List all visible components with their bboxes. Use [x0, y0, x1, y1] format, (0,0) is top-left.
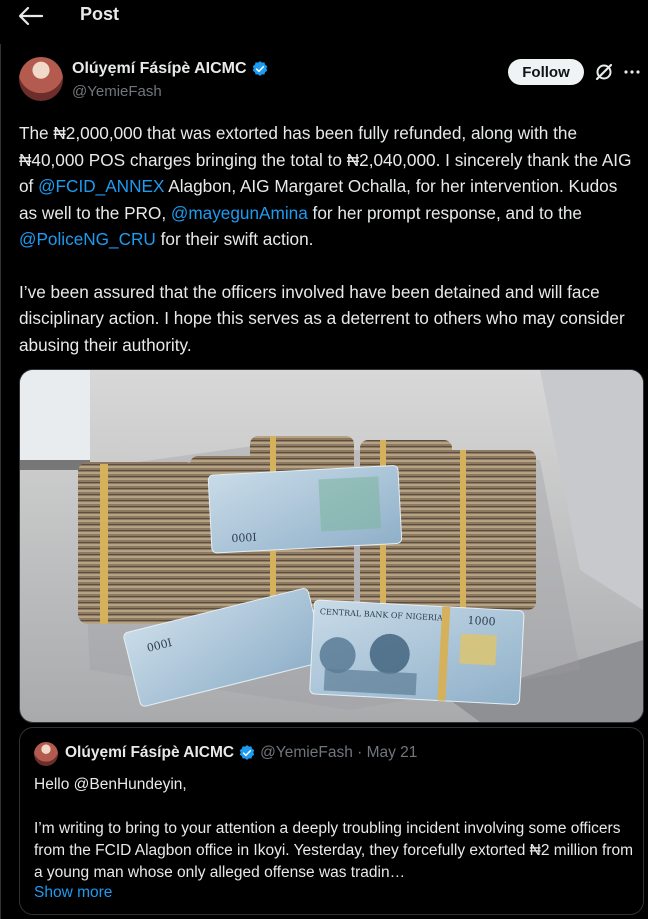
quoted-author-avatar: [34, 742, 58, 766]
top-bar: Post: [0, 0, 648, 44]
banknote-value: 1000: [467, 614, 496, 628]
mention-link[interactable]: @PoliceNG_CRU: [19, 229, 156, 249]
author-name-row[interactable]: Olúyẹmí Fásípè AICMC: [72, 60, 269, 78]
quoted-post-text: Hello @BenHundeyin, I’m writing to bring…: [34, 774, 634, 884]
verified-badge-icon: [239, 745, 255, 760]
grok-icon[interactable]: [594, 62, 614, 82]
more-options-icon[interactable]: [622, 62, 642, 82]
post-text: The ₦2,000,000 that was extorted has bee…: [19, 120, 639, 358]
quoted-line-2: I’m writing to bring to your attention a…: [34, 820, 634, 881]
author-avatar[interactable]: [19, 57, 63, 101]
follow-button[interactable]: Follow: [508, 59, 584, 85]
left-divider: [0, 44, 1, 919]
author-handle[interactable]: @YemieFash: [72, 83, 162, 100]
show-more-link[interactable]: Show more: [34, 884, 112, 902]
back-arrow-icon[interactable]: [16, 4, 44, 28]
author-name[interactable]: Olúyẹmí Fásípè AICMC: [72, 60, 247, 78]
quoted-post[interactable]: Olúyẹmí Fásípè AICMC @YemieFash · May 21…: [19, 727, 644, 915]
post-paragraph-1: The ₦2,000,000 that was extorted has bee…: [19, 123, 632, 249]
money-stacks-image: 000I 000I CENTRAL BANK OF NIGERIA 1000: [20, 370, 643, 722]
quoted-line-1: Hello @BenHundeyin,: [34, 776, 187, 793]
post-paragraph-2: I’ve been assured that the officers invo…: [19, 281, 625, 355]
post-photo[interactable]: 000I 000I CENTRAL BANK OF NIGERIA 1000: [19, 369, 644, 723]
quoted-post-header: Olúyẹmí Fásípè AICMC @YemieFash · May 21: [65, 744, 417, 762]
mention-link[interactable]: @mayegunAmina: [171, 203, 308, 223]
svg-text:000I: 000I: [231, 531, 257, 545]
quoted-author-name: Olúyẹmí Fásípè AICMC: [65, 744, 235, 761]
verified-badge-icon: [252, 61, 267, 76]
page-title: Post: [80, 4, 120, 24]
mention-link[interactable]: @FCID_ANNEX: [38, 176, 164, 196]
quoted-handle-date: @YemieFash · May 21: [260, 744, 418, 761]
